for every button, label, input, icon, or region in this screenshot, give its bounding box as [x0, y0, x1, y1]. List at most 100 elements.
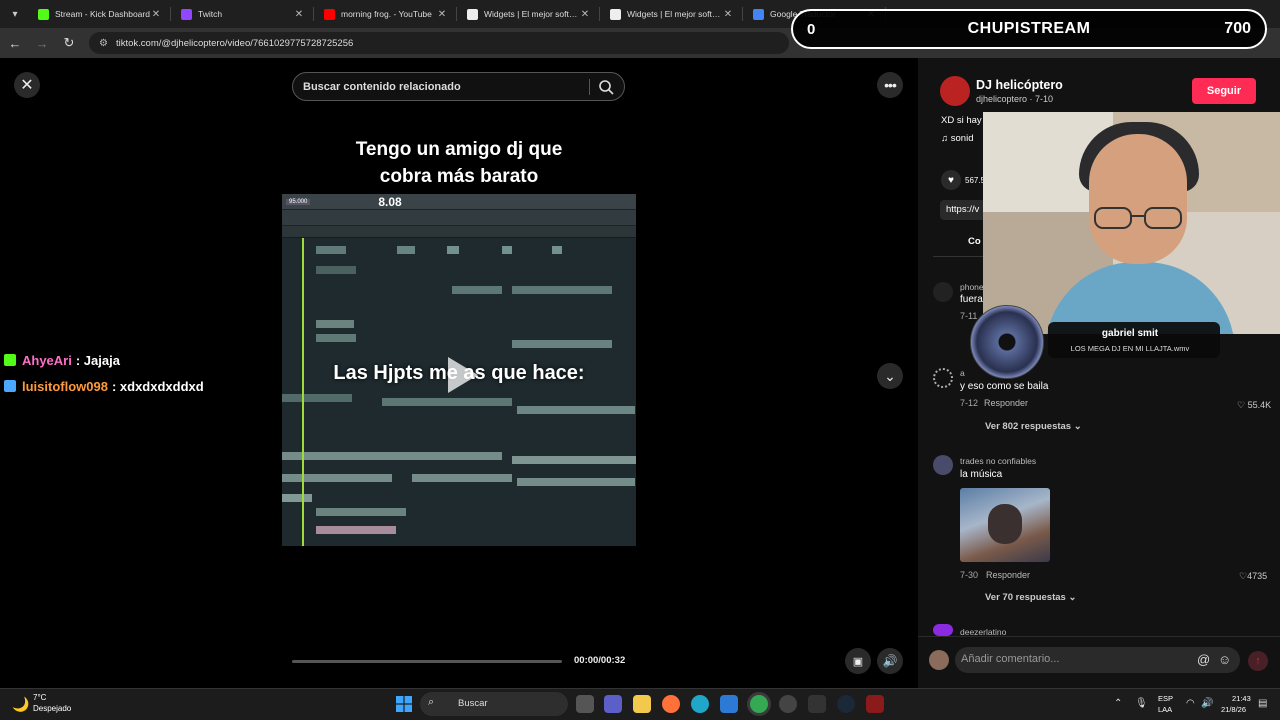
volume-icon[interactable]: 🔊: [1201, 698, 1213, 709]
post-sound[interactable]: ♫ sonid: [941, 133, 973, 144]
search-placeholder: Buscar contenido relacionado: [303, 80, 461, 93]
author-name[interactable]: DJ helicóptero: [976, 78, 1063, 92]
comment-avatar[interactable]: [933, 455, 953, 475]
chevron-down-icon: ⌄: [1068, 592, 1077, 603]
reply-link[interactable]: Responder: [984, 398, 1028, 408]
send-icon[interactable]: ↑: [1248, 651, 1268, 671]
view-replies[interactable]: Ver 802 respuestas ⌄: [985, 421, 1082, 432]
epic-games-icon[interactable]: [808, 695, 826, 713]
search-icon[interactable]: [598, 79, 614, 95]
reload-icon[interactable]: ↻: [57, 31, 81, 55]
notification-icon[interactable]: ▤: [1258, 698, 1267, 709]
tab-close-icon[interactable]: ✕: [150, 9, 162, 20]
browser-tab[interactable]: Twitch ✕: [171, 0, 313, 28]
daw-clip: [282, 494, 312, 502]
daw-toolbar-secondary: [282, 210, 636, 226]
comment-user[interactable]: trades no confiables: [960, 456, 1036, 466]
play-icon[interactable]: [444, 355, 480, 395]
post-description: XD si hay: [941, 115, 982, 126]
firefox-icon[interactable]: [662, 695, 680, 713]
chrome-icon[interactable]: [750, 695, 768, 713]
comment-image[interactable]: [960, 488, 1050, 562]
chevron-up-icon[interactable]: ⌃: [1114, 698, 1122, 709]
edge-icon[interactable]: [691, 695, 709, 713]
weather-temp[interactable]: 7°C: [33, 693, 46, 702]
url-bar[interactable]: ⚙ tiktok.com/@djhelicoptero/video/766102…: [89, 32, 789, 54]
related-search-input[interactable]: Buscar contenido relacionado: [292, 72, 625, 101]
tab-favicon-icon: [467, 8, 478, 20]
emoji-icon[interactable]: ☺: [1218, 652, 1231, 667]
tab-title: morning frog. - YouTube: [341, 9, 432, 19]
tab-close-icon[interactable]: ✕: [722, 9, 734, 20]
caption-line-2: cobra más barato: [379, 166, 539, 187]
comment-avatar[interactable]: [933, 368, 953, 388]
app-icon[interactable]: [866, 695, 884, 713]
chevron-down-icon[interactable]: ⌄: [877, 363, 903, 389]
daw-clip: [316, 320, 354, 328]
tray-time[interactable]: 21:43: [1232, 694, 1251, 703]
tab-close-icon[interactable]: ✕: [436, 9, 448, 20]
moon-icon[interactable]: 🌙: [12, 696, 29, 713]
teams-icon[interactable]: [604, 695, 622, 713]
tab-search-button[interactable]: ▾: [4, 3, 26, 25]
browser-tab[interactable]: morning frog. - YouTube ✕: [314, 0, 456, 28]
browser-tab[interactable]: Widgets | El mejor softwar ✕: [457, 0, 599, 28]
stream-counter-overlay: 0 CHUPISTREAM 700: [791, 9, 1267, 49]
more-options-icon[interactable]: •••: [877, 72, 903, 98]
close-icon[interactable]: ✕: [14, 72, 40, 98]
mini-player-icon[interactable]: ▣: [845, 648, 871, 674]
tab-favicon-icon: [324, 8, 335, 20]
tab-comments[interactable]: Co: [968, 236, 981, 247]
webcam-feed: [983, 112, 1280, 334]
tab-favicon-icon: [38, 8, 49, 20]
mic-icon[interactable]: 🎙: [1135, 698, 1148, 709]
file-explorer-icon[interactable]: [633, 695, 651, 713]
volume-icon[interactable]: 🔊: [877, 648, 903, 674]
comment-likes[interactable]: ♡ 55.4K: [1237, 400, 1271, 411]
comment-text: y eso como se baila: [960, 381, 1049, 392]
view-replies[interactable]: Ver 70 respuestas ⌄: [985, 592, 1076, 603]
daw-clip: [502, 246, 512, 254]
steam-icon[interactable]: [837, 695, 855, 713]
daw-clip: [316, 266, 356, 274]
wifi-icon[interactable]: ◠: [1186, 698, 1195, 709]
mention-icon[interactable]: @: [1197, 652, 1210, 667]
comment-user[interactable]: phone: [960, 282, 984, 292]
reply-link[interactable]: Responder: [986, 570, 1030, 580]
daw-clip: [316, 246, 346, 254]
daw-clip: [282, 394, 352, 402]
tab-title: Twitch: [198, 9, 223, 19]
daw-clip: [382, 398, 512, 406]
comment-avatar[interactable]: [933, 624, 953, 636]
author-avatar[interactable]: [940, 76, 970, 106]
tab-close-icon[interactable]: ✕: [293, 9, 305, 20]
chat-message: luisitoflow098 : xdxdxdxddxd: [0, 374, 280, 398]
video-progress-bar[interactable]: [292, 660, 562, 663]
comment-likes[interactable]: ♡4735: [1239, 571, 1267, 582]
taskbar-search[interactable]: ⌕ Buscar: [420, 692, 568, 716]
tray-layout[interactable]: LAA: [1158, 705, 1172, 714]
tray-date[interactable]: 21/8/26: [1221, 705, 1246, 714]
forward-icon[interactable]: →: [30, 31, 54, 55]
tab-close-icon[interactable]: ✕: [579, 9, 591, 20]
mail-icon[interactable]: [720, 695, 738, 713]
chat-badge-icon: [4, 380, 16, 392]
weather-desc[interactable]: Despejado: [33, 704, 71, 713]
comment-user[interactable]: a: [960, 368, 965, 378]
app-icon[interactable]: [779, 695, 797, 713]
comment-avatar[interactable]: [933, 282, 953, 302]
back-icon[interactable]: ←: [3, 31, 27, 55]
browser-tab[interactable]: Widgets | El mejor softwar ✕: [600, 0, 742, 28]
heart-icon[interactable]: ♥: [941, 170, 961, 190]
taskbar-search-label: Buscar: [458, 698, 488, 709]
tab-favicon-icon: [753, 8, 764, 20]
daw-ruler: [282, 226, 636, 238]
tray-language[interactable]: ESP: [1158, 694, 1173, 703]
browser-tab[interactable]: Stream - Kick Dashboard ✕: [28, 0, 170, 28]
site-info-icon[interactable]: ⚙: [99, 38, 108, 49]
chat-text: : Jajaja: [75, 352, 120, 368]
task-view-icon[interactable]: [576, 695, 594, 713]
windows-start-icon[interactable]: [396, 696, 412, 712]
follow-button[interactable]: Seguir: [1192, 78, 1256, 104]
overlay-right-count: 700: [1224, 20, 1251, 37]
